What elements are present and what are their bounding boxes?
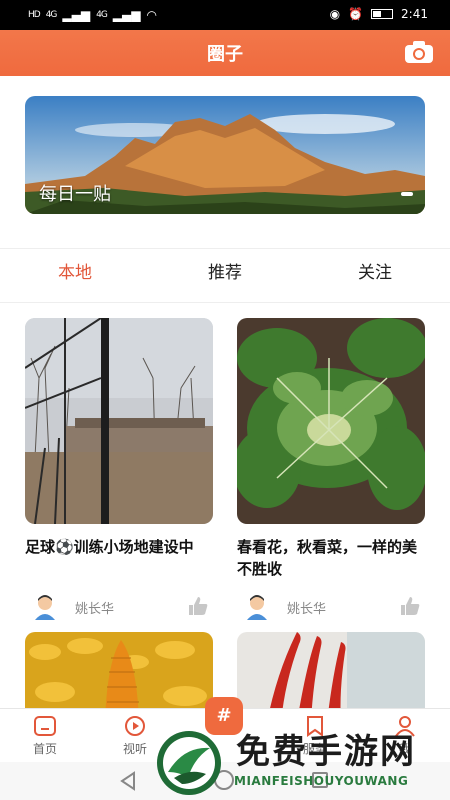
signal-bars-icon-2: ▂▄▆	[112, 8, 141, 22]
banner-caption: 每日一贴	[39, 184, 111, 205]
watermark: 免费手游网 MIANFEISHOUYOUWANG	[150, 722, 450, 800]
post-card[interactable]: 春看花，秋看菜，一样的美不胜收 姚长华	[237, 318, 425, 620]
tab-follow[interactable]: 关注	[300, 250, 450, 300]
post-title: 春看花，秋看菜，一样的美不胜收	[237, 538, 418, 578]
home-icon	[34, 716, 56, 736]
banner-carousel[interactable]: 每日一贴	[25, 96, 425, 214]
avatar[interactable]	[33, 594, 57, 620]
author-name[interactable]: 姚长华	[75, 598, 114, 617]
status-right: ◉ ⏰ 2:41	[330, 7, 428, 21]
battery-icon	[371, 9, 394, 19]
alarm-icon: ⏰	[348, 7, 364, 21]
tab-local[interactable]: 本地	[0, 250, 150, 300]
status-bar: HD 4G ▂▄▆ 4G ▂▄▆ ◠ ◉ ⏰ 2:41	[0, 0, 450, 30]
thumbs-up-icon[interactable]	[187, 596, 209, 616]
hd-indicator: HD	[28, 10, 41, 20]
watermark-subtitle: MIANFEISHOUYOUWANG	[234, 774, 409, 788]
tab-recommend[interactable]: 推荐	[150, 250, 300, 300]
play-icon	[125, 716, 145, 736]
signal-icon-2: 4G	[96, 10, 108, 20]
author-name[interactable]: 姚长华	[287, 598, 326, 617]
back-icon[interactable]	[118, 771, 138, 791]
post-meta: 姚长华	[237, 594, 425, 620]
post-meta: 姚长华	[25, 594, 213, 620]
wifi-icon: ◠	[146, 8, 157, 22]
nav-home[interactable]: 首页	[0, 709, 90, 762]
watermark-logo	[157, 731, 221, 795]
tab-bar: 本地 推荐 关注	[0, 250, 450, 300]
post-image	[25, 318, 213, 524]
avatar[interactable]	[245, 594, 269, 620]
post-card[interactable]: 足球⚽训练小场地建设中 姚长华	[25, 318, 213, 620]
post-title: 足球⚽训练小场地建设中	[25, 538, 194, 556]
thumbs-up-icon[interactable]	[399, 596, 421, 616]
app-header: 圈子	[0, 30, 450, 76]
status-left: HD 4G ▂▄▆ 4G ▂▄▆ ◠	[28, 8, 157, 22]
eye-icon: ◉	[329, 7, 341, 21]
post-image	[237, 318, 425, 524]
watermark-title: 免费手游网	[236, 732, 416, 772]
divider	[0, 302, 450, 303]
carousel-indicator	[401, 192, 413, 196]
divider	[0, 248, 450, 249]
camera-icon[interactable]	[404, 40, 434, 64]
status-time: 2:41	[401, 7, 428, 21]
page-title: 圈子	[207, 44, 243, 65]
signal-bars-icon: ▂▄▆	[62, 8, 91, 22]
nav-label-home: 首页	[32, 742, 57, 756]
signal-icon-1: 4G	[45, 10, 58, 20]
